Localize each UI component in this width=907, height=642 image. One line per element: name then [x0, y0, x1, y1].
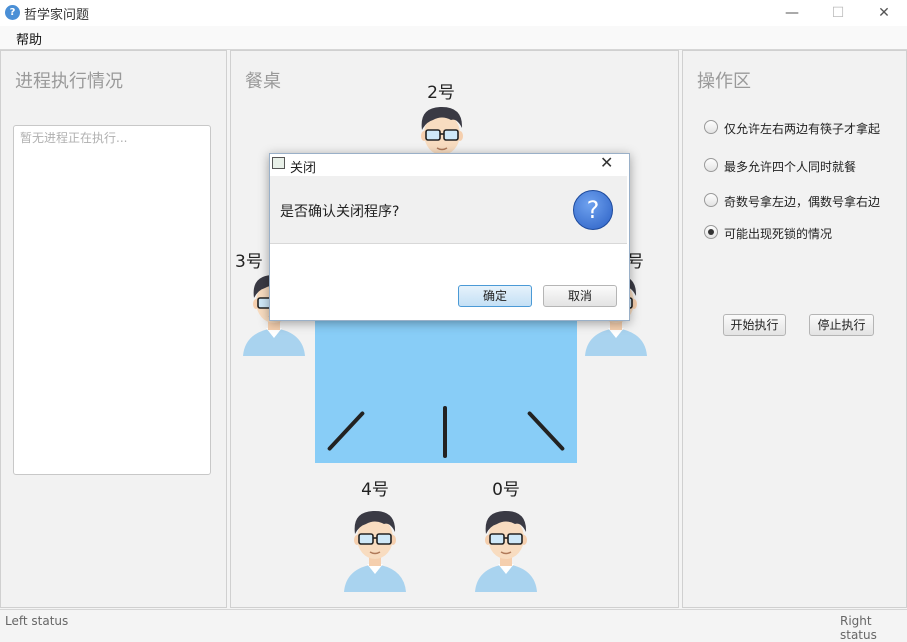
center-pane-title: 餐桌 — [245, 71, 281, 92]
confirm-button[interactable]: 确定 — [458, 285, 532, 307]
status-left: Left status — [5, 614, 69, 628]
right-pane-title: 操作区 — [697, 71, 751, 92]
chopstick-middle — [443, 406, 447, 458]
window-title: 哲学家问题 — [24, 8, 90, 23]
app-icon: ? — [5, 5, 20, 20]
radio-option-1[interactable] — [704, 120, 718, 134]
philosopher-0 — [471, 502, 541, 592]
close-button[interactable]: ✕ — [861, 0, 907, 26]
dialog-message: 是否确认关闭程序? — [280, 204, 400, 220]
left-pane-title: 进程执行情况 — [15, 71, 123, 92]
maximize-button[interactable]: ☐ — [815, 0, 861, 26]
menu-bar — [0, 26, 907, 50]
dialog-close-icon[interactable]: ✕ — [600, 153, 613, 172]
dialog-window-icon — [272, 157, 285, 169]
question-icon: ? — [573, 190, 613, 230]
radio-option-1-label[interactable]: 仅允许左右两边有筷子才拿起 — [724, 120, 880, 137]
stop-button[interactable]: 停止执行 — [809, 314, 874, 336]
status-right: Right status — [840, 614, 877, 642]
minimize-button[interactable]: — — [769, 0, 815, 26]
radio-option-4[interactable] — [704, 225, 718, 239]
dialog-title-bar — [270, 154, 627, 176]
radio-option-2[interactable] — [704, 158, 718, 172]
process-log-area[interactable] — [13, 125, 211, 475]
start-button[interactable]: 开始执行 — [723, 314, 786, 336]
seat-label-0: 0号 — [492, 480, 520, 500]
radio-option-2-label[interactable]: 最多允许四个人同时就餐 — [724, 158, 856, 175]
philosopher-4 — [340, 502, 410, 592]
dialog-title: 关闭 — [290, 161, 317, 176]
seat-label-4: 4号 — [361, 480, 389, 500]
radio-option-4-label[interactable]: 可能出现死锁的情况 — [724, 225, 832, 242]
status-bar — [0, 609, 907, 634]
menu-help[interactable]: 帮助 — [16, 29, 42, 48]
radio-option-3-label[interactable]: 奇数号拿左边，偶数号拿右边 — [724, 193, 880, 210]
radio-option-3[interactable] — [704, 193, 718, 207]
cancel-button[interactable]: 取消 — [543, 285, 617, 307]
process-log-placeholder: 暂无进程正在执行... — [20, 131, 128, 145]
